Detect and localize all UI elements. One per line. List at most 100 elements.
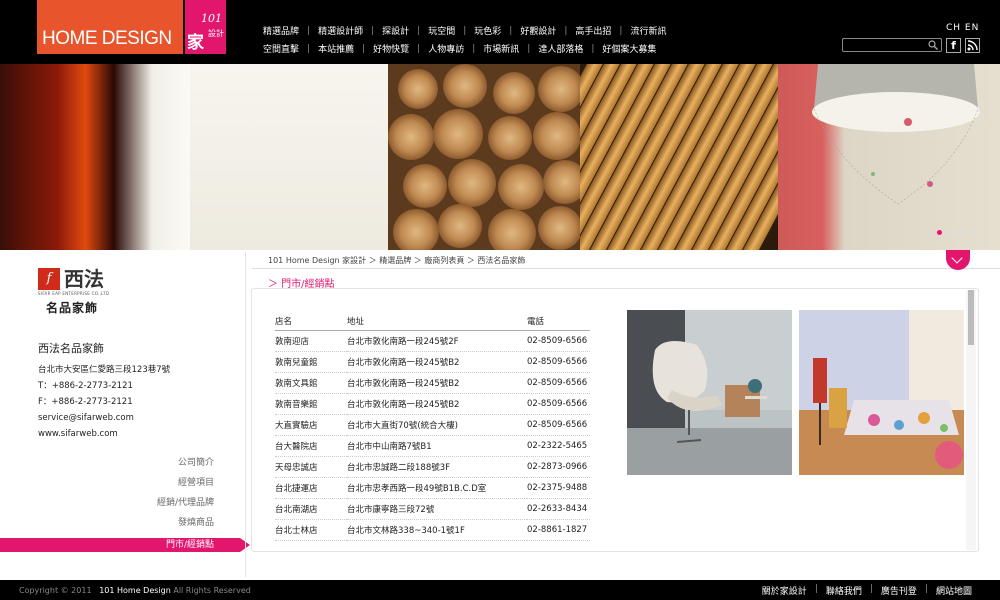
log-texture [488, 209, 536, 250]
sidebar-item-profile[interactable]: 公司簡介 [0, 455, 240, 475]
facebook-icon[interactable]: f [946, 38, 961, 53]
store-phone-cell: 02-2633-8434 [527, 498, 590, 520]
table-row: 敦南兒童館 台北市敦化南路一段245號B2 02-8509-6566 [275, 351, 590, 373]
nav-row1-item[interactable]: 高手出招 [567, 24, 619, 37]
sidebar-item-stores[interactable]: 門市/經銷點 [0, 538, 250, 552]
rss-icon[interactable] [965, 38, 980, 53]
language-switch[interactable]: CH EN [946, 23, 979, 33]
nav-row2-item[interactable]: 好個案大募集 [594, 42, 664, 55]
log-texture [433, 109, 483, 159]
nav-row1-item[interactable]: 精選品牌 [255, 24, 307, 37]
store-phone-cell: 02-2873-0966 [527, 456, 590, 478]
company-email[interactable]: service@sifarweb.com [38, 410, 238, 426]
log-texture [533, 112, 580, 160]
log-texture [448, 159, 496, 207]
copyright-year: Copyright © 2011 [19, 586, 92, 595]
log-texture [493, 72, 535, 114]
store-phone-cell: 02-8861-1827 [527, 519, 590, 541]
column-header-name: 店名 [275, 313, 347, 331]
sidebar-item-brands[interactable]: 經銷/代理品牌 [0, 495, 240, 515]
sidebar-item-business[interactable]: 經營項目 [0, 475, 240, 495]
chevron-down-icon[interactable] [946, 250, 970, 270]
table-row: 敦南迎店 台北市敦化南路一段245號2F 02-8509-6566 [275, 330, 590, 352]
company-website[interactable]: www.sifarweb.com [38, 426, 238, 442]
search-icon[interactable] [928, 40, 938, 50]
brand-logo-company: SIFAR EAP ENTERPRISE CO.,LTD [38, 291, 110, 296]
table-row: 天母忠誠店 台北市忠誠路二段188號3F 02-2873-0966 [275, 456, 590, 478]
table-row: 台北捷運店 台北市忠孝西路一段49號B1B.C.D室 02-2375-9488 [275, 477, 590, 499]
copyright: Copyright © 2011 101 Home Design All Rig… [19, 586, 251, 595]
nav-row1-item[interactable]: 探設計 [374, 24, 417, 37]
banner-pagination[interactable] [926, 230, 975, 235]
column-header-address: 地址 [347, 313, 527, 331]
store-address-cell: 台北市康寧路三段72號 [347, 498, 527, 520]
breadcrumb[interactable]: 101 Home Design 家設計 ＞ 精選品牌 ＞ 廠商列表頁 ＞ 西法名… [268, 255, 525, 266]
banner-photo-red-interior [0, 64, 190, 250]
table-row: 敦南音樂館 台北市敦化南路一段245號B2 02-8509-6566 [275, 393, 590, 415]
store-name-cell: 大直實驗店 [275, 414, 347, 436]
logo-cn: 家 [187, 33, 204, 53]
banner-photo-lamp [778, 64, 1000, 250]
scrollbar-thumb[interactable] [968, 290, 974, 345]
pagination-dot[interactable] [926, 230, 931, 235]
copyright-company: 101 Home Design [99, 586, 171, 595]
nav-row2-item[interactable]: 市場新訊 [475, 42, 527, 55]
nav-row2-item[interactable]: 本站推薦 [310, 42, 362, 55]
nav-row1-item[interactable]: 玩色彩 [466, 24, 509, 37]
pagination-dot[interactable] [948, 230, 953, 235]
pagination-dot-active[interactable] [937, 230, 942, 235]
store-address-cell: 台北市敦化南路一段245號B2 [347, 393, 527, 415]
log-texture [543, 160, 580, 204]
table-row: 台北士林店 台北市文林路338~340-1號1F 02-8861-1827 [275, 519, 590, 541]
store-name-cell: 台北南湖店 [275, 498, 347, 520]
footer-links: 關於家設計 | 聯絡我們 | 廣告刊登 | 網站地圖 [754, 584, 980, 597]
table-row: 敦南文具館 台北市敦化南路一段245號B2 02-8509-6566 [275, 372, 590, 394]
nav-row1-item[interactable]: 精選設計師 [310, 24, 371, 37]
log-texture [388, 114, 434, 160]
log-texture [538, 66, 580, 112]
store-phone-cell: 02-8509-6566 [527, 393, 590, 415]
company-tel: T：+886-2-2773-2121 [38, 381, 133, 391]
company-fax: F：+886-2-2773-2121 [38, 397, 133, 407]
sidebar-item-hot-products[interactable]: 發燒商品 [0, 515, 240, 535]
store-table: 店名 地址 電話 敦南迎店 台北市敦化南路一段245號2F 02-8509-6566… [275, 313, 590, 541]
store-phone-cell: 02-8509-6566 [527, 351, 590, 373]
company-sidebar-nav: 公司簡介 經營項目 經銷/代理品牌 發燒商品 門市/經銷點 [0, 455, 250, 552]
footer-link[interactable]: 關於家設計 [754, 584, 815, 597]
header: HOME DESIGN 101 家 設計 精選品牌 | 精選設計師 | 探設計 | 玩空間 |… [0, 0, 1000, 64]
banner-photo-white-wall [190, 64, 388, 250]
store-name-cell: 敦南迎店 [275, 330, 347, 352]
store-address-cell: 台北市敦化南路一段245號2F [347, 330, 527, 352]
scrollbar[interactable] [966, 290, 976, 550]
banner-photo-wood-slats [580, 64, 778, 250]
log-texture [398, 69, 438, 109]
nav-row1-item[interactable]: 玩空間 [420, 24, 463, 37]
footer-link[interactable]: 廣告刊登 [873, 584, 925, 597]
nav-row1-item[interactable]: 流行新訊 [622, 24, 674, 37]
log-texture [393, 209, 439, 250]
footer-link[interactable]: 聯絡我們 [818, 584, 870, 597]
table-row: 台北南湖店 台北市康寧路三段72號 02-2633-8434 [275, 498, 590, 520]
nav-row2-item[interactable]: 好物快覽 [365, 42, 417, 55]
nav-row2-item[interactable]: 人物專訪 [420, 42, 472, 55]
store-name-cell: 敦南兒童館 [275, 351, 347, 373]
company-info: 西法名品家飾 台北市大安區仁愛路三段123巷7號 T：+886-2-2773-2… [38, 340, 238, 442]
logo-cn-small: 設計 [208, 29, 224, 38]
main-nav-row-2: 空間直擊 | 本站推薦 | 好物快覽 | 人物專訪 | 市場新訊 | 達人部落格 | 好個案大募集 [255, 42, 664, 56]
store-name-cell: 天母忠誠店 [275, 456, 347, 478]
footer-link[interactable]: 網站地圖 [928, 584, 980, 597]
log-texture [438, 204, 482, 248]
pagination-dot[interactable] [959, 230, 964, 235]
nav-row1-item[interactable]: 好觀設計 [512, 24, 564, 37]
log-texture [498, 164, 544, 210]
banner-photo-logs [388, 64, 580, 250]
nav-row2-item[interactable]: 達人部落格 [530, 42, 591, 55]
pagination-dot[interactable] [970, 230, 975, 235]
site-logo[interactable]: HOME DESIGN 101 家 設計 [37, 0, 226, 54]
store-address-cell: 台北市文林路338~340-1號1F [347, 519, 527, 541]
main-nav-row-1: 精選品牌 | 精選設計師 | 探設計 | 玩空間 | 玩色彩 | 好觀設計 | 高手出招 | 流行新訊 [255, 24, 674, 38]
search-input[interactable] [842, 38, 942, 52]
store-address-cell: 台北市忠誠路二段188號3F [347, 456, 527, 478]
store-address-cell: 台北市敦化南路一段245號B2 [347, 372, 527, 394]
nav-row2-item[interactable]: 空間直擊 [255, 42, 307, 55]
